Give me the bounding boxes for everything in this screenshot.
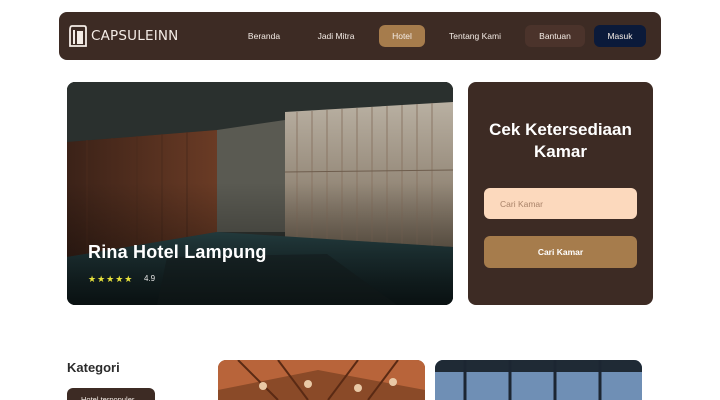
rating-stars-icon: ★★★★★ (88, 274, 134, 284)
hotel-card-1[interactable] (218, 360, 425, 400)
hotel-hero-card[interactable]: Rina Hotel Lampung ★★★★★ 4.9 (67, 82, 453, 305)
availability-panel: Cek Ketersediaan Kamar Cari Kamar (468, 82, 653, 305)
room-search-input[interactable] (484, 188, 637, 219)
login-button[interactable]: Masuk (594, 25, 646, 47)
hotel-card-image-2 (435, 360, 642, 400)
nav-item-beranda[interactable]: Beranda (237, 25, 291, 47)
nav-item-hotel[interactable]: Hotel (379, 25, 425, 47)
nav-item-bantuan[interactable]: Bantuan (525, 25, 585, 47)
nav-menu: Beranda Jadi Mitra Hotel Tentang Kami Ba… (59, 12, 661, 60)
nav-item-jadi-mitra[interactable]: Jadi Mitra (309, 25, 363, 47)
hotel-pool-image (67, 82, 453, 305)
hotel-name: Rina Hotel Lampung (88, 242, 267, 262)
category-heading: Kategori (67, 360, 120, 375)
rating-value: 4.9 (144, 274, 156, 283)
search-room-button[interactable]: Cari Kamar (484, 236, 637, 268)
hotel-card-2[interactable] (435, 360, 642, 400)
hotel-card-image-1 (218, 360, 425, 400)
nav-item-tentang-kami[interactable]: Tentang Kami (441, 25, 509, 47)
availability-title: Cek Ketersediaan Kamar (489, 120, 632, 161)
category-chip-popular[interactable]: Hotel terpopuler (67, 388, 155, 400)
top-navbar: CAPSULEINN Beranda Jadi Mitra Hotel Tent… (59, 12, 661, 60)
